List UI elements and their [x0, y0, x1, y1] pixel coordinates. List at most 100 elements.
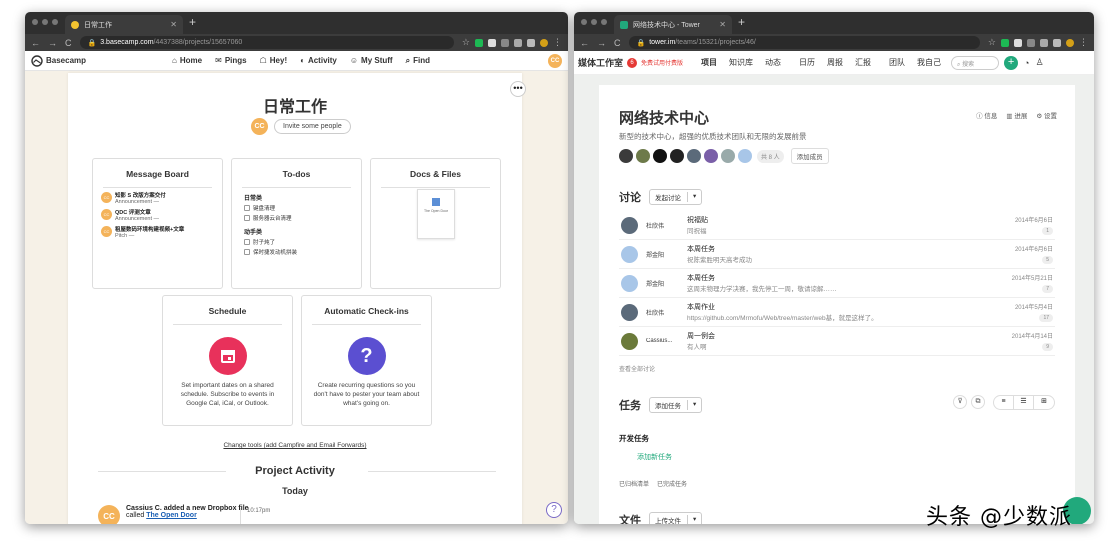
- extension-icon[interactable]: [488, 38, 496, 47]
- activity-item[interactable]: CC Cassius C. added a new Dropbox file c…: [98, 505, 270, 524]
- extension-icon[interactable]: [475, 38, 483, 47]
- user-icon[interactable]: ♙: [1035, 57, 1043, 68]
- progress-link[interactable]: ▥ 进展: [1006, 110, 1027, 120]
- nav-activity[interactable]: 动态: [765, 57, 781, 68]
- outline-view-icon[interactable]: ☰: [1014, 396, 1034, 409]
- add-task-button[interactable]: 添加任务 ▾: [649, 397, 703, 413]
- message-item[interactable]: CC 知影 S 改版方案交付 Announcement —: [101, 191, 214, 205]
- new-tab-icon[interactable]: +: [189, 15, 196, 29]
- trial-link[interactable]: 免费试用付费版: [641, 58, 683, 67]
- extension-icon[interactable]: [527, 38, 535, 47]
- member-avatar[interactable]: [738, 149, 752, 163]
- grid-view-icon[interactable]: ⊞: [1034, 396, 1054, 409]
- file-link[interactable]: The Open Door: [146, 512, 197, 519]
- add-member-button[interactable]: 添加成员: [790, 148, 829, 164]
- menu-icon[interactable]: ⋮: [1079, 37, 1088, 48]
- todo-item[interactable]: 服务器云台清理: [244, 214, 349, 222]
- notification-badge[interactable]: 6: [627, 57, 638, 68]
- todo-item[interactable]: 肘子炖了: [244, 238, 349, 246]
- window-controls[interactable]: [581, 19, 607, 25]
- basecamp-logo[interactable]: Basecamp: [31, 54, 86, 67]
- member-avatar[interactable]: [721, 149, 735, 163]
- help-button[interactable]: ?: [546, 502, 562, 518]
- todo-item[interactable]: 键盘清理: [244, 204, 349, 212]
- settings-link[interactable]: ⚙ 设置: [1036, 110, 1057, 120]
- forward-icon[interactable]: →: [597, 38, 606, 48]
- profile-icon[interactable]: [540, 38, 548, 47]
- back-icon[interactable]: ←: [31, 38, 40, 48]
- invite-button[interactable]: Invite some people: [274, 119, 351, 134]
- team-name[interactable]: 媒体工作室: [578, 56, 623, 69]
- search-input[interactable]: ⌕ 搜索: [951, 55, 1000, 70]
- back-icon[interactable]: ←: [580, 38, 589, 48]
- close-tab-icon[interactable]: ✕: [719, 20, 726, 29]
- reload-icon[interactable]: C: [65, 38, 72, 48]
- browser-tab[interactable]: 网络技术中心 - Tower ✕: [614, 15, 732, 34]
- nav-pings[interactable]: ✉ Pings: [215, 56, 246, 66]
- reload-icon[interactable]: C: [614, 38, 621, 48]
- message-item[interactable]: CC QDC 评测文章 Announcement —: [101, 208, 214, 222]
- nav-me[interactable]: 我自己: [917, 57, 941, 68]
- discussion-row[interactable]: 杜欣伟 祝福贴 同祝福 2014年6月6日 1: [619, 211, 1055, 240]
- discussion-row[interactable]: Cassius... 周一例会 有人啊 2014年4月14日 9: [619, 327, 1055, 356]
- member-avatar[interactable]: [687, 149, 701, 163]
- nav-my-stuff[interactable]: ☺ My Stuff: [350, 56, 393, 66]
- discussion-row[interactable]: 郑金阳 本周任务 这周末物理力学决赛，我先停工一周，敬请谅解…… 2014年5月2…: [619, 269, 1055, 298]
- todos-tool[interactable]: To-dos 日常类 键盘清理 服务器云台清理 动手类 肘子炖了 保时捷发动机拼…: [231, 158, 362, 289]
- member-avatar[interactable]: [653, 149, 667, 163]
- extension-icon[interactable]: [1053, 38, 1061, 47]
- member-avatar[interactable]: CC: [251, 118, 268, 135]
- nav-report[interactable]: 汇报: [855, 57, 871, 68]
- menu-icon[interactable]: ⋮: [553, 37, 562, 48]
- nav-team[interactable]: 团队: [889, 57, 905, 68]
- member-avatar[interactable]: [670, 149, 684, 163]
- new-discussion-button[interactable]: 发起讨论 ▾: [649, 189, 703, 205]
- forward-icon[interactable]: →: [48, 38, 57, 48]
- extension-icon[interactable]: [1040, 38, 1048, 47]
- extension-icon[interactable]: [501, 38, 509, 47]
- url-field[interactable]: 🔒 3.basecamp.com/4437388/projects/156570…: [79, 36, 454, 49]
- see-all-discussions-link[interactable]: 查看全部讨论: [619, 364, 655, 373]
- nav-find[interactable]: ⌕ Find: [406, 56, 430, 66]
- checkbox[interactable]: [244, 215, 250, 221]
- new-tab-icon[interactable]: +: [738, 15, 745, 29]
- extension-icon[interactable]: [514, 38, 522, 47]
- star-icon[interactable]: ☆: [988, 37, 996, 48]
- extension-icon[interactable]: [1001, 38, 1009, 47]
- info-link[interactable]: ⓘ 信息: [976, 110, 997, 120]
- window-controls[interactable]: [32, 19, 58, 25]
- nav-home[interactable]: ⌂ Home: [172, 56, 202, 66]
- filter-icon[interactable]: ⊽: [953, 395, 967, 409]
- url-field[interactable]: 🔒 tower.im/teams/15321/projects/46/: [628, 36, 980, 49]
- nav-calendar[interactable]: 日历: [799, 57, 815, 68]
- message-item[interactable]: CC 租屋数码环境构建视频+文章 Pitch —: [101, 225, 214, 239]
- list-view-icon[interactable]: ≡: [994, 396, 1014, 409]
- member-avatar[interactable]: [704, 149, 718, 163]
- discussion-row[interactable]: 郑金阳 本周任务 祝陈紫胜明天高考成功 2014年6月6日 5: [619, 240, 1055, 269]
- nav-activity[interactable]: ◐ Activity: [300, 56, 337, 66]
- docs-files-tool[interactable]: Docs & Files The Open Door: [370, 158, 501, 289]
- schedule-tool[interactable]: Schedule Set important dates on a shared…: [162, 295, 293, 426]
- add-new-task-link[interactable]: 添加新任务: [637, 452, 672, 462]
- checkbox[interactable]: [244, 205, 250, 211]
- checkins-tool[interactable]: Automatic Check-ins ? Create recurring q…: [301, 295, 432, 426]
- member-avatar[interactable]: [636, 149, 650, 163]
- profile-icon[interactable]: [1066, 38, 1074, 47]
- add-button[interactable]: +: [1004, 55, 1019, 70]
- archived-lists-link[interactable]: 已归档清单: [619, 479, 649, 488]
- nav-weekly[interactable]: 周报: [827, 57, 843, 68]
- user-avatar[interactable]: CC: [548, 53, 562, 68]
- checkbox[interactable]: [244, 249, 250, 255]
- copy-icon[interactable]: ⧉: [971, 395, 985, 409]
- completed-tasks-link[interactable]: 已完成任务: [657, 479, 687, 488]
- extension-icon[interactable]: [1027, 38, 1035, 47]
- notification-icon[interactable]: ◔: [1024, 58, 1029, 68]
- discussion-row[interactable]: 杜欣伟 本周作业 https://github.com/Mrmofu/Web/tr…: [619, 298, 1055, 327]
- checkbox[interactable]: [244, 239, 250, 245]
- extension-icon[interactable]: [1014, 38, 1022, 47]
- nav-projects[interactable]: 项目: [701, 57, 717, 68]
- close-tab-icon[interactable]: ✕: [170, 20, 177, 29]
- browser-tab[interactable]: 日常工作 ✕: [65, 15, 183, 34]
- upload-file-button[interactable]: 上传文件 ▾: [649, 512, 703, 524]
- message-board-tool[interactable]: Message Board CC 知影 S 改版方案交付 Announcement …: [92, 158, 223, 289]
